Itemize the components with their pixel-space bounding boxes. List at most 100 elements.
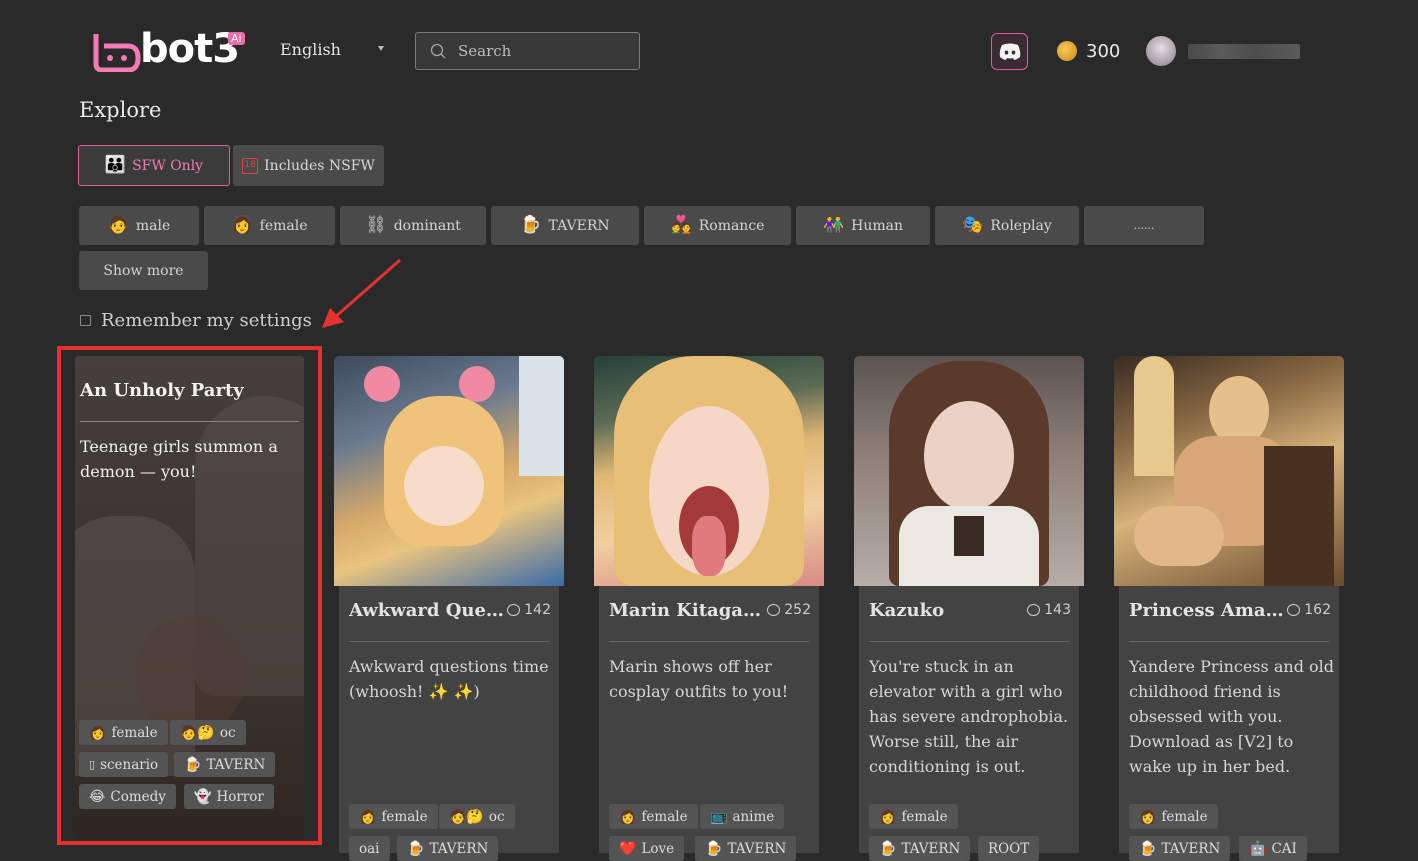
divider: [609, 641, 809, 642]
ai-badge: Ai: [228, 32, 245, 45]
tag-label: male: [135, 217, 171, 234]
tag-label: CAI: [1271, 840, 1297, 857]
search-icon: [430, 43, 446, 59]
includes-nsfw-toggle[interactable]: 18 Includes NSFW: [233, 145, 384, 186]
show-more-button[interactable]: Show more: [79, 251, 208, 290]
card-tag[interactable]: 🍺 TAVERN: [1129, 836, 1231, 861]
remember-settings-label: Remember my settings: [101, 310, 312, 331]
tag-label: TAVERN: [727, 840, 787, 857]
tag-dominant[interactable]: ⛓ dominant: [340, 206, 486, 245]
card-description: Awkward questions time (whoosh! ✨ ✨): [349, 657, 549, 701]
person-icon: 🧑: [107, 215, 129, 235]
logo-mark-icon: [93, 34, 141, 72]
divider: [349, 641, 549, 642]
nsfw-18-icon: 18: [242, 157, 259, 174]
sfw-only-label: SFW Only: [132, 157, 204, 174]
tag-label: female: [901, 808, 948, 825]
card-tag[interactable]: 📺 anime: [700, 804, 785, 829]
card-description: Marin shows off her cosplay outfits to y…: [609, 657, 789, 701]
tag-label: Love: [641, 840, 675, 857]
character-portrait: [334, 356, 564, 586]
tag-label: oc: [488, 808, 505, 825]
character-portrait: [854, 356, 1084, 586]
username-redacted[interactable]: [1188, 44, 1300, 59]
tag-label: female: [381, 808, 428, 825]
annotation-highlight-box: [57, 346, 322, 845]
tag-label: Human: [851, 217, 904, 234]
card-tag[interactable]: 👩 female: [1129, 804, 1218, 829]
card-tag[interactable]: ❤️ Love: [609, 836, 685, 861]
beer-icon: 🍺: [879, 840, 897, 857]
character-card[interactable]: Kazuko 143 You're stuck in an elevator w…: [854, 356, 1084, 861]
card-tag[interactable]: 👩 female: [609, 804, 698, 829]
tag-female[interactable]: 👩 female: [204, 206, 335, 245]
search-input[interactable]: [458, 40, 628, 62]
card-title: Kazuko: [869, 600, 945, 621]
count-value: 142: [524, 602, 551, 618]
coin-balance: 300: [1086, 41, 1121, 62]
coin-icon: [1057, 41, 1077, 61]
character-card[interactable]: Princess Amalia… 162 Yandere Princess an…: [1114, 356, 1344, 861]
tag-label: TAVERN: [1161, 840, 1221, 857]
character-card[interactable]: Awkward Quest… 142 Awkward questions tim…: [334, 356, 564, 861]
character-portrait: [594, 356, 824, 586]
logo-text: bot3: [140, 26, 240, 72]
card-tag[interactable]: 🍺 TAVERN: [397, 836, 499, 861]
count-value: 252: [784, 602, 811, 618]
tag-tavern[interactable]: 🍺 TAVERN: [491, 206, 639, 245]
masks-icon: 🎭: [962, 215, 984, 235]
chains-icon: ⛓: [365, 215, 387, 235]
card-tag[interactable]: oai: [349, 836, 390, 861]
chat-bubble-icon: [1027, 604, 1041, 616]
count-value: 162: [1304, 602, 1331, 618]
chat-bubble-icon: [1287, 604, 1301, 616]
search-box[interactable]: [415, 32, 640, 70]
tag-label: ROOT: [988, 840, 1030, 857]
language-select[interactable]: English: [280, 40, 341, 59]
tag-label: Roleplay: [990, 217, 1052, 234]
robot-icon: 🤖: [1249, 840, 1267, 857]
card-description: Yandere Princess and old childhood frien…: [1129, 657, 1335, 776]
beer-icon: 🍺: [1139, 840, 1157, 857]
tag-male[interactable]: 🧑 male: [79, 206, 199, 245]
count-value: 143: [1044, 602, 1071, 618]
tag-more-ellipsis[interactable]: ......: [1084, 206, 1204, 245]
character-card[interactable]: Marin Kitagawa 252 Marin shows off her c…: [594, 356, 824, 861]
card-tag[interactable]: ROOT: [978, 836, 1040, 861]
card-title: Princess Amalia…: [1129, 600, 1289, 621]
bot3-logo[interactable]: bot3 Ai: [92, 26, 252, 74]
card-tag[interactable]: 🍺 TAVERN: [695, 836, 797, 861]
chevron-down-icon[interactable]: [378, 46, 384, 51]
discord-button[interactable]: [991, 33, 1028, 70]
chat-bubble-icon: [767, 604, 781, 616]
tag-label: anime: [732, 808, 775, 825]
tag-label: TAVERN: [548, 217, 610, 234]
message-count: 142: [507, 602, 551, 618]
card-tag[interactable]: 🧑🤔 oc: [439, 804, 515, 829]
divider: [1129, 641, 1329, 642]
tag-label: female: [259, 217, 308, 234]
discord-icon: [999, 43, 1020, 60]
remember-settings-checkbox[interactable]: [80, 315, 91, 326]
tag-label: TAVERN: [901, 840, 961, 857]
family-icon: 👪: [104, 155, 127, 175]
tag-label: Romance: [698, 217, 765, 234]
card-tag[interactable]: 🤖 CAI: [1239, 836, 1307, 861]
avatar[interactable]: [1146, 36, 1176, 66]
tv-icon: 📺: [710, 808, 728, 825]
tag-roleplay[interactable]: 🎭 Roleplay: [935, 206, 1079, 245]
beer-icon: 🍺: [705, 840, 723, 857]
woman-icon: 👩: [231, 215, 253, 235]
page-title: Explore: [79, 98, 162, 122]
oc-icon: 🧑🤔: [449, 808, 484, 825]
card-tag[interactable]: 👩 female: [349, 804, 438, 829]
card-tag[interactable]: 👩 female: [869, 804, 958, 829]
card-title: Awkward Quest…: [349, 600, 509, 621]
tag-romance[interactable]: 💑 Romance: [644, 206, 791, 245]
card-title: Marin Kitagawa: [609, 600, 769, 621]
character-portrait: [1114, 356, 1344, 586]
card-description: You're stuck in an elevator with a girl …: [869, 657, 1069, 776]
sfw-only-toggle[interactable]: 👪 SFW Only: [78, 145, 230, 186]
card-tag[interactable]: 🍺 TAVERN: [869, 836, 971, 861]
tag-human[interactable]: 👫 Human: [796, 206, 930, 245]
